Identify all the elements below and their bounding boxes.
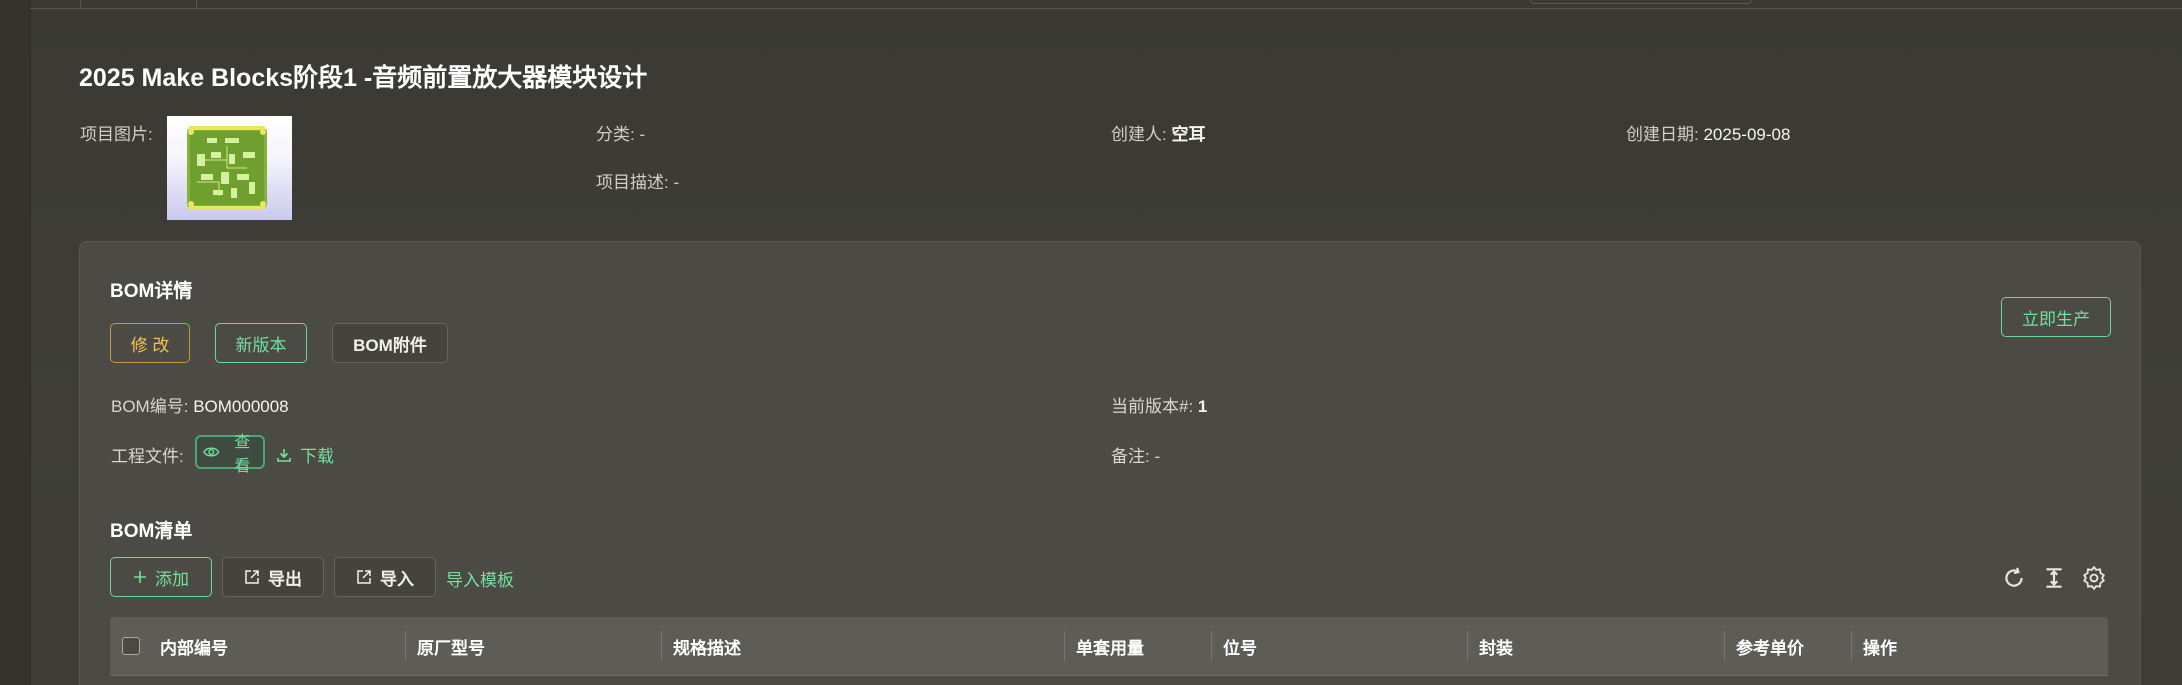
new-version-button[interactable]: 新版本 [215,323,307,363]
column-divider [405,631,406,661]
view-file-label: 查看 [234,434,251,475]
select-all-checkbox[interactable] [122,637,140,655]
edit-button[interactable]: 修 改 [110,323,190,363]
column-internal-code[interactable]: 内部编号 [160,617,228,675]
column-qty-per-set[interactable]: 单套用量 [1076,617,1144,675]
category-label: 分类: [596,125,635,144]
bom-card: BOM详情 修 改 新版本 BOM附件 立即生产 BOM编号: BOM00000… [79,241,2141,685]
creator-value: 空耳 [1171,125,1206,144]
category-field: 分类: - [596,120,645,145]
remark-label: 备注: [1111,447,1150,466]
page: 2025 Make Blocks阶段1 -音频前置放大器模块设计 项目图片: 分… [0,0,2182,685]
left-rail [0,0,31,685]
project-file-label: 工程文件: [111,447,184,466]
import-template-link[interactable]: 导入模板 [446,566,514,591]
created-date-value: 2025-09-08 [1703,125,1791,144]
description-field: 项目描述: - [596,168,679,193]
column-divider [1211,631,1212,661]
plus-icon [134,571,146,583]
produce-now-button[interactable]: 立即生产 [2001,297,2111,337]
import-label: 导入 [380,569,414,589]
export-label: 导出 [268,569,302,589]
column-designator[interactable]: 位号 [1223,617,1257,675]
project-image[interactable] [167,116,292,220]
column-spec[interactable]: 规格描述 [673,617,741,675]
add-button[interactable]: 添加 [110,557,212,597]
top-strip [30,0,2182,9]
project-title: 2025 Make Blocks阶段1 -音频前置放大器模块设计 [79,64,648,92]
description-label: 项目描述: [596,173,669,192]
created-date-label: 创建日期: [1626,125,1699,144]
view-file-button[interactable]: 查看 [195,434,265,475]
description-value: - [673,173,680,192]
eye-icon [203,447,220,457]
export-button[interactable]: 导出 [222,557,324,597]
bom-list-title: BOM清单 [110,521,193,542]
bom-table-header: 内部编号 原厂型号 规格描述 单套用量 位号 封装 参考单价 操作 [110,617,2108,676]
column-divider [1724,631,1725,661]
top-tab[interactable] [80,0,197,8]
column-package[interactable]: 封装 [1479,617,1513,675]
remark-value: - [1154,447,1161,466]
download-file-label: 下载 [300,447,334,466]
bom-number-value: BOM000008 [193,397,289,416]
add-label: 添加 [155,569,189,589]
category-value: - [639,125,646,144]
pcb-thumbnail-icon [187,126,267,210]
bom-number-field: BOM编号: BOM000008 [111,392,289,417]
column-divider [1851,631,1852,661]
bom-number-label: BOM编号: [111,397,189,416]
current-version-field: 当前版本#: 1 [1111,392,1207,417]
project-image-label: 项目图片: [80,125,153,144]
top-search-box[interactable] [1530,0,1752,4]
column-divider [661,631,662,661]
column-mfr-part[interactable]: 原厂型号 [417,617,485,675]
current-version-value: 1 [1197,397,1208,416]
column-divider [1064,631,1065,661]
creator-label: 创建人: [1111,125,1167,144]
download-icon [277,448,291,462]
settings-icon[interactable] [2081,565,2107,591]
remark-field: 备注: - [1111,442,1160,467]
column-ref-price[interactable]: 参考单价 [1736,617,1804,675]
export-icon [245,570,259,584]
column-height-icon[interactable] [2041,565,2067,591]
bom-detail-title: BOM详情 [110,281,193,302]
current-version-label: 当前版本#: [1111,397,1194,416]
column-divider [1467,631,1468,661]
import-button[interactable]: 导入 [334,557,436,597]
refresh-icon[interactable] [2001,565,2027,591]
created-date-field: 创建日期: 2025-09-08 [1626,120,1790,145]
import-icon [357,570,371,584]
column-actions: 操作 [1863,638,1897,658]
download-file-link[interactable]: 下载 [276,442,334,467]
creator-field: 创建人: 空耳 [1111,120,1205,145]
bom-attachment-button[interactable]: BOM附件 [332,323,448,363]
